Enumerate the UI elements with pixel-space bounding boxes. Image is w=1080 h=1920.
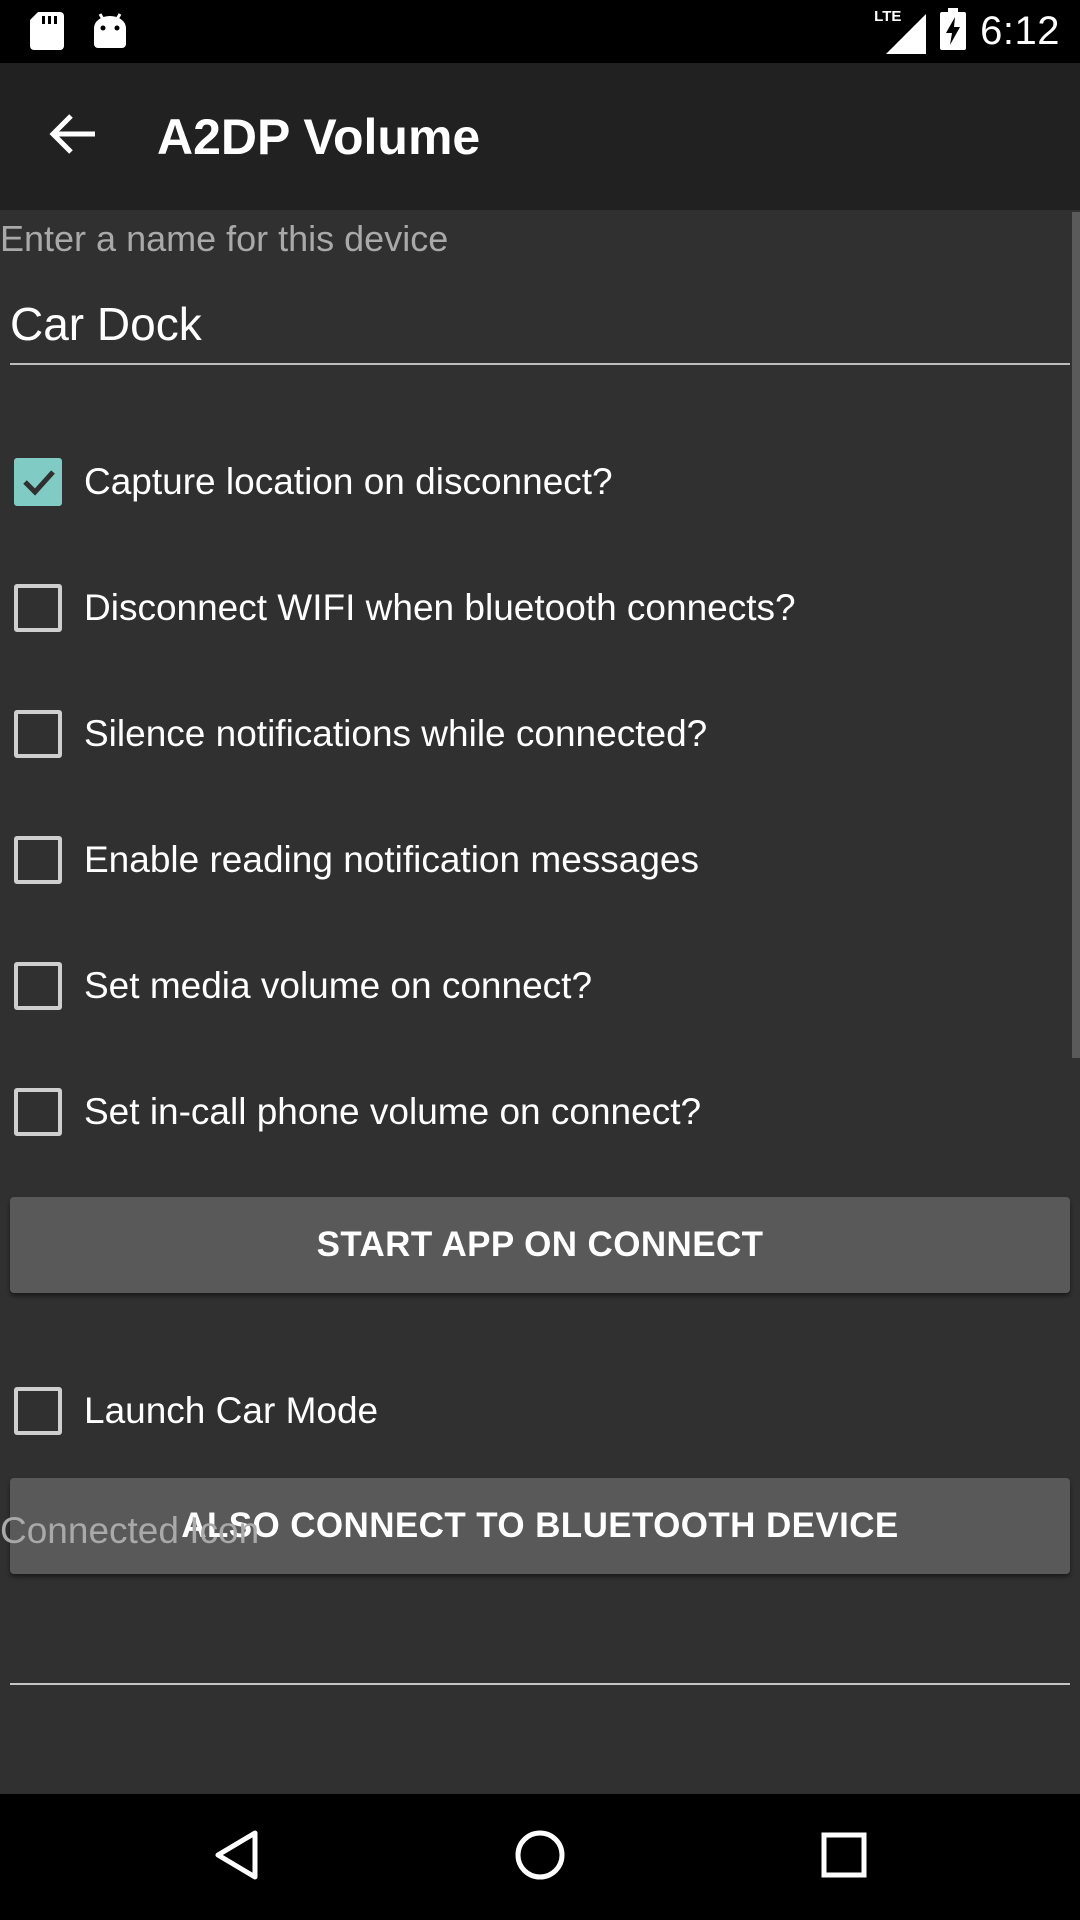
nav-home-button[interactable] bbox=[480, 1794, 600, 1920]
checkbox-read-notifications[interactable] bbox=[14, 836, 62, 884]
checkbox-media-volume[interactable] bbox=[14, 962, 62, 1010]
checkbox-capture-location[interactable] bbox=[14, 458, 62, 506]
checkbox-row-incall-volume[interactable]: Set in-call phone volume on connect? bbox=[14, 1072, 701, 1152]
battery-charging-icon bbox=[940, 8, 967, 55]
checkbox-row-media-volume[interactable]: Set media volume on connect? bbox=[14, 946, 592, 1026]
navigation-bar bbox=[0, 1794, 1080, 1920]
scrollbar[interactable] bbox=[1072, 212, 1080, 1058]
checkbox-label: Set in-call phone volume on connect? bbox=[84, 1091, 702, 1132]
checkbox-launch-car-mode[interactable] bbox=[14, 1387, 62, 1435]
checkbox-label: Silence notifications while connected? bbox=[84, 713, 708, 754]
device-name-label: Enter a name for this device bbox=[0, 218, 449, 259]
checkbox-label: Disconnect WIFI when bluetooth connects? bbox=[84, 587, 796, 628]
checkbox-row-capture-location[interactable]: Capture location on disconnect? bbox=[14, 442, 613, 522]
checkbox-row-disconnect-wifi[interactable]: Disconnect WIFI when bluetooth connects? bbox=[14, 568, 796, 648]
sd-card-icon bbox=[30, 12, 64, 55]
checkbox-silence-notifications[interactable] bbox=[14, 710, 62, 758]
back-button[interactable] bbox=[30, 93, 116, 179]
start-app-on-connect-button[interactable]: START APP ON CONNECT bbox=[10, 1197, 1070, 1293]
checkbox-row-launch-car-mode[interactable]: Launch Car Mode bbox=[14, 1371, 378, 1451]
checkbox-disconnect-wifi[interactable] bbox=[14, 584, 62, 632]
checkbox-row-silence-notifications[interactable]: Silence notifications while connected? bbox=[14, 694, 707, 774]
checkbox-label: Set media volume on connect? bbox=[84, 965, 593, 1006]
connected-icon-label: Connected Icon bbox=[0, 1510, 260, 1551]
divider bbox=[10, 1683, 1070, 1685]
network-type: LTE bbox=[874, 7, 902, 25]
app-bar: A2DP Volume bbox=[0, 63, 1080, 210]
device-name-input[interactable]: Car Dock bbox=[10, 285, 1070, 365]
checkbox-incall-volume[interactable] bbox=[14, 1088, 62, 1136]
checkbox-label: Enable reading notification messages bbox=[84, 839, 699, 880]
nav-back-button[interactable] bbox=[176, 1794, 296, 1920]
android-icon bbox=[92, 12, 128, 55]
status-bar: LTE 6:12 bbox=[0, 0, 1080, 63]
checkbox-row-read-notifications[interactable]: Enable reading notification messages bbox=[14, 820, 699, 900]
checkmark-icon bbox=[23, 470, 55, 496]
back-triangle-icon bbox=[213, 1829, 259, 1886]
signal-icon: LTE bbox=[874, 8, 927, 54]
recents-square-icon bbox=[821, 1832, 867, 1883]
checkbox-label: Launch Car Mode bbox=[84, 1390, 379, 1431]
home-circle-icon bbox=[514, 1829, 566, 1886]
arrow-back-icon bbox=[49, 113, 97, 160]
status-icons: LTE 6:12 bbox=[874, 0, 1060, 63]
page-title: A2DP Volume bbox=[157, 108, 481, 165]
device-settings-form: Enter a name for this device Car Dock Ca… bbox=[0, 210, 1080, 1794]
status-time: 6:12 bbox=[980, 9, 1060, 53]
nav-recents-button[interactable] bbox=[784, 1794, 904, 1920]
checkbox-label: Capture location on disconnect? bbox=[84, 461, 613, 502]
